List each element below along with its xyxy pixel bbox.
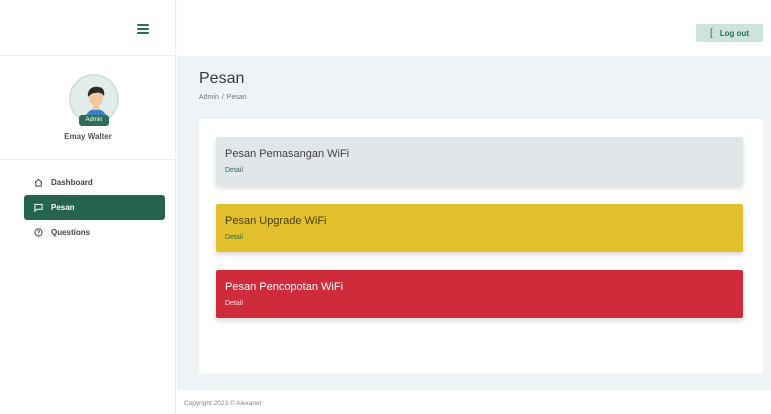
message-title: Pesan Pemasangan WiFi: [225, 148, 350, 160]
sidebar-item-label: Questions: [51, 228, 91, 237]
main-content: Pesan Admin / Pesan Pesan Pemasangan WiFi …: [177, 56, 771, 390]
logout-icon: [: [709, 27, 713, 39]
footer-copyright: Copyright 2023 © Alexanet: [184, 400, 262, 407]
profile-name: Emay Walter: [64, 132, 112, 141]
breadcrumb-admin[interactable]: Admin: [199, 94, 219, 101]
question-icon: [33, 228, 43, 238]
message-icon: [33, 203, 43, 213]
messages-card: Pesan Pemasangan WiFi Detail Pesan Upgra…: [199, 119, 763, 373]
sidebar-item-label: Pesan: [51, 203, 75, 212]
message-item-pencopotan[interactable]: Pesan Pencopotan WiFi Detail: [216, 270, 743, 318]
message-title: Pesan Pencopotan WiFi: [225, 281, 344, 293]
home-icon: [33, 178, 43, 188]
sidebar: Admin Emay Walter Dashboard Pesan Questi…: [0, 0, 176, 414]
breadcrumb-separator: /: [221, 94, 224, 101]
logout-label: Log out: [719, 28, 750, 38]
sidebar-item-pesan[interactable]: Pesan: [24, 195, 165, 220]
admin-badge: Admin: [79, 115, 109, 126]
menu-toggle-icon[interactable]: [137, 24, 149, 34]
sidebar-item-questions[interactable]: Questions: [24, 220, 165, 245]
message-item-upgrade[interactable]: Pesan Upgrade WiFi Detail: [216, 204, 743, 252]
sidebar-item-label: Dashboard: [51, 178, 93, 187]
sidebar-header: [0, 0, 175, 56]
sidebar-nav: Dashboard Pesan Questions: [24, 170, 165, 245]
message-title: Pesan Upgrade WiFi: [225, 215, 327, 227]
profile-section: Admin Emay Walter: [0, 56, 176, 160]
top-bar: [ Log out: [177, 0, 771, 56]
breadcrumb-current: Pesan: [226, 94, 247, 101]
detail-link[interactable]: Detail: [225, 167, 734, 174]
detail-link[interactable]: Detail: [225, 234, 734, 241]
message-item-pemasangan[interactable]: Pesan Pemasangan WiFi Detail: [216, 137, 743, 185]
detail-link[interactable]: Detail: [225, 300, 734, 307]
page-title: Pesan: [199, 70, 245, 87]
sidebar-item-dashboard[interactable]: Dashboard: [24, 170, 165, 195]
logout-button[interactable]: [ Log out: [696, 24, 763, 42]
breadcrumb: Admin / Pesan: [199, 94, 247, 101]
